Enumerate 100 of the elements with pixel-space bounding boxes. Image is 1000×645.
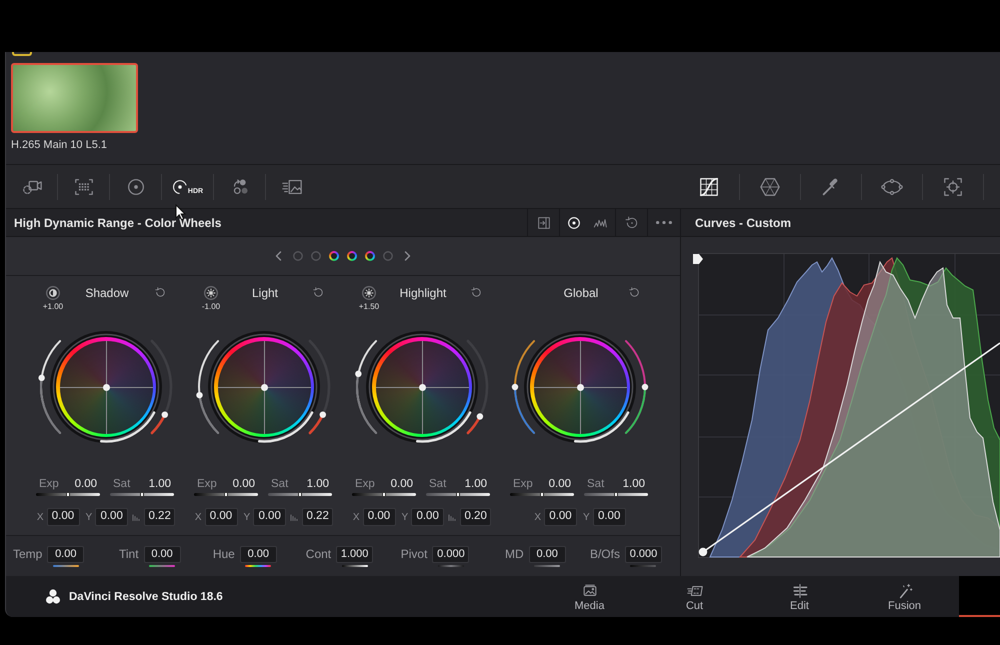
arc-slider[interactable] — [196, 340, 220, 434]
reset-icon[interactable] — [154, 286, 166, 299]
axis-label: X — [36, 510, 44, 524]
curve-handle-icon[interactable] — [693, 254, 703, 264]
adjust-field[interactable]: 0.00 — [47, 546, 84, 562]
zone-value: +1.00 — [42, 302, 64, 311]
arc-slider-thumb[interactable] — [38, 374, 45, 382]
slider-label: Exp — [197, 477, 217, 491]
slider-thumb[interactable] — [298, 492, 302, 497]
exp-slider[interactable] — [36, 493, 100, 496]
slider-thumb[interactable] — [66, 492, 70, 497]
slider-label: Sat — [271, 477, 288, 491]
reset-icon[interactable] — [312, 286, 324, 299]
x-field[interactable]: 0.00 — [362, 508, 396, 526]
slider-thumb[interactable] — [382, 492, 386, 497]
adjust-field[interactable]: 0.00 — [240, 546, 277, 562]
arc-slider-thumb[interactable] — [355, 370, 362, 378]
slider-value: 0.00 — [74, 477, 97, 491]
y-field[interactable]: 0.00 — [592, 508, 626, 526]
reset-icon — [624, 214, 640, 230]
reset-icon[interactable] — [628, 286, 640, 299]
arc-slider-thumb[interactable] — [196, 392, 203, 398]
timeline-icon — [790, 583, 808, 599]
adjust-label: Tint — [119, 547, 139, 561]
sat-slider[interactable] — [584, 493, 648, 496]
slider-value: 1.00 — [306, 477, 329, 491]
arc-slider-thumb[interactable] — [512, 384, 518, 390]
ramp-bars-icon — [448, 513, 456, 521]
adjust-field[interactable]: 0.00 — [144, 546, 181, 562]
page-dot-icon[interactable] — [347, 251, 357, 261]
adjust-field[interactable]: 1.000 — [336, 546, 374, 562]
exp-slider[interactable] — [510, 493, 574, 496]
clip-thumbnail-photo[interactable] — [11, 63, 138, 133]
adjust-field[interactable]: 0.000 — [624, 546, 662, 562]
falloff-field[interactable]: 0.22 — [144, 508, 176, 526]
x-field[interactable]: 0.00 — [46, 508, 80, 526]
slider-thumb[interactable] — [614, 492, 618, 497]
page-dot-icon[interactable] — [311, 251, 321, 261]
arc-slider-thumb[interactable] — [476, 413, 484, 420]
slider-thumb[interactable] — [456, 492, 460, 497]
sat-slider[interactable] — [268, 493, 332, 496]
sat-slider[interactable] — [426, 493, 490, 496]
axis-label: Y — [402, 510, 408, 524]
page-tab[interactable]: Edit — [747, 576, 852, 617]
image-frame-icon — [580, 583, 598, 599]
y-field[interactable]: 0.00 — [253, 508, 286, 526]
wheel-label: Light — [250, 286, 280, 302]
hexagon-mesh-icon — [759, 176, 781, 198]
x-field[interactable]: 0.00 — [544, 508, 577, 526]
arc-slider-thumb[interactable] — [642, 384, 648, 390]
falloff-field[interactable]: 0.22 — [302, 508, 334, 526]
slider-thumb[interactable] — [224, 492, 228, 497]
page-tab[interactable]: Media — [537, 576, 642, 617]
reset-icon[interactable] — [470, 286, 482, 299]
slider-thumb[interactable] — [540, 492, 544, 497]
y-field[interactable]: 0.00 — [95, 508, 128, 526]
clip-label: H.265 Main 10 L5.1 — [11, 138, 108, 152]
slider-value: 1.00 — [622, 477, 645, 491]
half-circle-icon[interactable] — [46, 286, 60, 300]
more-icon — [656, 220, 672, 224]
page-dot-icon[interactable] — [365, 251, 375, 261]
axis-label: Y — [86, 510, 92, 524]
crosshair-icon — [942, 176, 964, 198]
axis-label: Y — [244, 510, 250, 524]
y-field[interactable]: 0.00 — [411, 508, 444, 526]
wheel-rim-arc — [100, 411, 156, 443]
page-dot-icon[interactable] — [383, 251, 393, 261]
circle-dot-icon — [566, 214, 582, 230]
slider-thumb[interactable] — [140, 492, 144, 497]
arc-slider-thumb[interactable] — [320, 411, 326, 418]
ramp-bars-icon — [132, 513, 140, 521]
slider-label: Exp — [513, 477, 533, 491]
chevron-right-icon[interactable] — [404, 251, 411, 261]
exp-slider[interactable] — [352, 493, 416, 496]
sun-icon[interactable] — [204, 286, 218, 300]
exp-slider[interactable] — [194, 493, 258, 496]
adjust-field[interactable]: 0.000 — [432, 546, 470, 562]
page-tab[interactable]: Fusion — [852, 576, 957, 617]
page-dot-icon[interactable] — [293, 251, 303, 261]
ramp-bars-icon — [290, 513, 298, 521]
slider-label: Sat — [587, 477, 604, 491]
sat-slider[interactable] — [110, 493, 174, 496]
arc-slider-thumb[interactable] — [162, 411, 168, 418]
adjust-label: Temp — [12, 547, 42, 561]
curve-point[interactable] — [698, 548, 708, 556]
circle-dot-icon — [172, 178, 188, 194]
sun-icon[interactable] — [362, 286, 376, 300]
adjust-field[interactable]: 0.00 — [528, 546, 566, 562]
page-tab[interactable] — [959, 576, 1000, 617]
page-dot-icon[interactable] — [329, 251, 339, 261]
chevron-left-icon[interactable] — [275, 251, 282, 261]
x-field[interactable]: 0.00 — [204, 508, 238, 526]
clip-flag-icon — [12, 52, 32, 56]
page-tab[interactable]: Cut — [642, 576, 747, 617]
axis-label: X — [534, 510, 541, 524]
wheel-rim-arc — [416, 411, 472, 443]
arc-slider[interactable] — [466, 340, 488, 434]
zone-value: +1.50 — [358, 302, 380, 311]
falloff-field[interactable]: 0.20 — [460, 508, 492, 526]
panel-title: Curves - Custom — [695, 216, 792, 230]
